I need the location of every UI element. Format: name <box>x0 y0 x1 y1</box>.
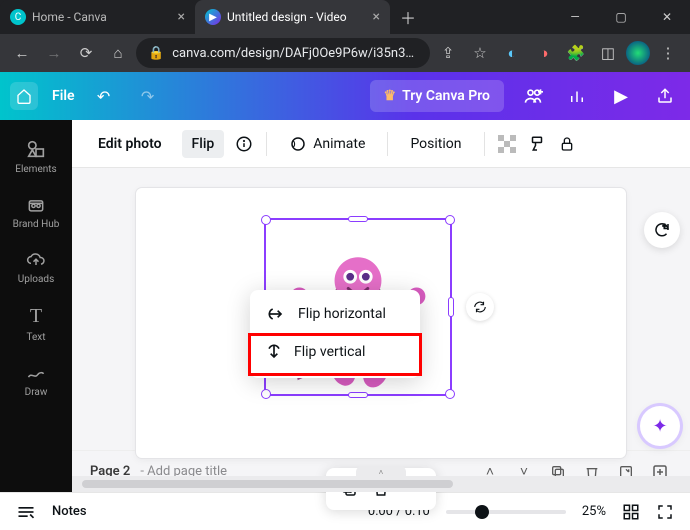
maximize-button[interactable]: ▢ <box>598 0 644 34</box>
resize-handle[interactable] <box>445 389 455 399</box>
sidebar-label: Elements <box>15 164 56 175</box>
close-icon[interactable]: × <box>178 9 185 25</box>
resize-handle[interactable] <box>261 389 271 399</box>
transparency-icon[interactable] <box>497 135 517 153</box>
style-copy-icon[interactable] <box>527 134 547 154</box>
new-tab-button[interactable]: ＋ <box>394 3 422 31</box>
regenerate-button[interactable]: + <box>644 212 680 248</box>
sidebar-item-uploads[interactable]: Uploads <box>0 242 72 293</box>
resize-edge[interactable] <box>348 392 368 398</box>
left-sidebar: Elements Brand Hub Uploads T Text Draw <box>0 120 72 492</box>
profile-avatar[interactable] <box>626 41 650 65</box>
animate-button[interactable]: Animate <box>279 129 375 159</box>
rotate-handle[interactable] <box>466 293 494 321</box>
bookmark-icon[interactable]: ☆ <box>466 39 494 67</box>
redo-button[interactable]: ↷ <box>133 87 163 106</box>
browser-tab-home[interactable]: C Home - Canva × <box>0 0 195 34</box>
fullscreen-icon[interactable] <box>656 503 674 521</box>
reload-button[interactable]: ⟳ <box>72 39 100 67</box>
extension-icon[interactable]: ◑ <box>530 39 558 67</box>
canva-topbar: File ↶ ↷ ♛ Try Canva Pro ▶ <box>0 72 690 120</box>
browser-tab-design[interactable]: ▶ Untitled design - Video × <box>195 0 390 34</box>
flip-vertical-item[interactable]: Flip vertical <box>250 332 420 372</box>
notes-icon <box>16 504 36 520</box>
play-button[interactable]: ▶ <box>606 86 636 107</box>
lock-icon: 🔒 <box>148 46 164 61</box>
sidebar-item-elements[interactable]: Elements <box>0 130 72 183</box>
flip-horizontal-label: Flip horizontal <box>298 306 386 322</box>
sidebar-item-draw[interactable]: Draw <box>0 355 72 406</box>
svg-text:+: + <box>663 223 667 230</box>
canvas-area: Edit photo Flip Animate Position <box>72 120 690 492</box>
url-text: canva.com/design/DAFj0Oe9P6w/i35n3… <box>172 46 414 61</box>
extension-icon[interactable]: ◐ <box>498 39 526 67</box>
edit-photo-button[interactable]: Edit photo <box>88 130 172 158</box>
sidebar-label: Draw <box>25 387 48 398</box>
close-window-button[interactable]: ✕ <box>644 0 690 34</box>
resize-edge[interactable] <box>348 216 368 222</box>
lock-icon[interactable] <box>557 135 577 153</box>
undo-button[interactable]: ↶ <box>89 87 119 106</box>
analytics-icon[interactable] <box>562 87 592 105</box>
resize-handle[interactable] <box>445 215 455 225</box>
sidebar-label: Brand Hub <box>13 219 60 230</box>
timeline-expand-handle[interactable]: ˄ <box>356 466 406 478</box>
share-icon[interactable]: ⇪ <box>434 39 462 67</box>
flip-vertical-icon <box>266 342 282 362</box>
flip-dropdown: Flip horizontal Flip vertical <box>250 290 420 378</box>
zoom-slider[interactable] <box>446 510 566 514</box>
sidebar-item-text[interactable]: T Text <box>0 297 72 351</box>
grid-view-icon[interactable] <box>622 503 640 521</box>
collaborators-icon[interactable] <box>518 86 548 106</box>
cloud-upload-icon <box>25 250 47 270</box>
animate-label: Animate <box>313 136 365 152</box>
timeline-track[interactable] <box>82 480 453 488</box>
resize-handle[interactable] <box>261 215 271 225</box>
crown-icon: ♛ <box>384 88 397 104</box>
browser-address-bar: ← → ⟳ ⌂ 🔒 canva.com/design/DAFj0Oe9P6w/i… <box>0 34 690 72</box>
brandhub-icon <box>25 195 47 215</box>
sidebar-label: Uploads <box>18 274 54 285</box>
resize-edge[interactable] <box>448 297 454 317</box>
shapes-icon <box>25 138 47 160</box>
position-button[interactable]: Position <box>400 130 471 158</box>
window-titlebar: C Home - Canva × ▶ Untitled design - Vid… <box>0 0 690 34</box>
flip-horizontal-icon <box>266 306 286 322</box>
timeline-scrubber[interactable]: ˄ <box>72 476 690 492</box>
notes-button[interactable]: Notes <box>52 504 87 519</box>
video-favicon-icon: ▶ <box>205 9 221 25</box>
url-input[interactable]: 🔒 canva.com/design/DAFj0Oe9P6w/i35n3… <box>136 38 430 68</box>
sidebar-label: Text <box>26 332 45 343</box>
tab-title: Untitled design - Video <box>227 10 347 24</box>
context-toolbar: Edit photo Flip Animate Position <box>72 120 690 168</box>
close-icon[interactable]: × <box>373 9 380 25</box>
home-button[interactable]: ⌂ <box>104 39 132 67</box>
animate-icon <box>289 135 307 153</box>
flip-button[interactable]: Flip <box>182 130 225 158</box>
info-icon[interactable] <box>234 135 254 153</box>
text-icon: T <box>30 305 42 328</box>
try-canva-pro-button[interactable]: ♛ Try Canva Pro <box>370 80 504 112</box>
forward-button[interactable]: → <box>40 39 68 67</box>
back-button[interactable]: ← <box>8 39 36 67</box>
flip-horizontal-item[interactable]: Flip horizontal <box>250 296 420 332</box>
workspace: Elements Brand Hub Uploads T Text Draw <box>0 120 690 492</box>
zoom-value[interactable]: 25% <box>582 504 606 519</box>
sidebar-item-brandhub[interactable]: Brand Hub <box>0 187 72 238</box>
draw-icon <box>25 363 47 383</box>
try-pro-label: Try Canva Pro <box>402 88 490 104</box>
canva-home-button[interactable] <box>10 82 38 110</box>
magic-button[interactable]: ✦ <box>640 406 680 446</box>
file-menu[interactable]: File <box>52 88 75 104</box>
menu-icon[interactable]: ⋮ <box>654 39 682 67</box>
canva-favicon-icon: C <box>10 9 26 25</box>
flip-vertical-label: Flip vertical <box>294 344 365 360</box>
window-controls: — ▢ ✕ <box>552 0 690 34</box>
extensions-button[interactable]: 🧩 <box>562 39 590 67</box>
tab-title: Home - Canva <box>32 10 107 24</box>
sidepanel-icon[interactable]: ◫ <box>594 39 622 67</box>
share-button[interactable] <box>650 87 680 105</box>
zoom-thumb[interactable] <box>475 505 489 519</box>
minimize-button[interactable]: — <box>552 0 598 34</box>
